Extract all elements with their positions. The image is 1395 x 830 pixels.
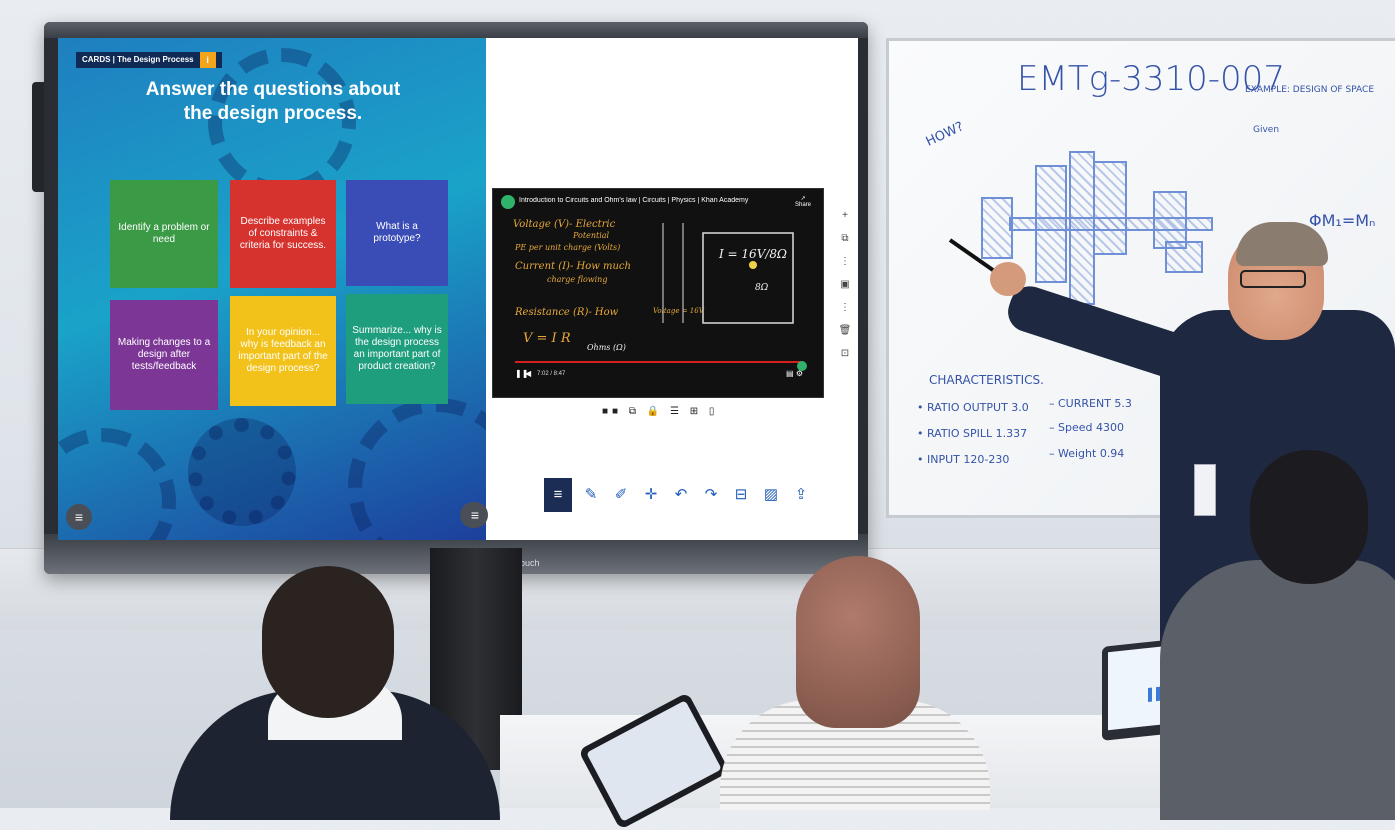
page-icon[interactable]: ▣: [838, 273, 852, 296]
whiteboard-row-left: • RATIO OUTPUT 3.0: [917, 401, 1029, 414]
menu-icon[interactable]: ≡: [462, 502, 488, 528]
question-card[interactable]: In your opinion... why is feedback an im…: [230, 296, 336, 406]
volume-icon[interactable]: ◀: [525, 369, 531, 378]
cards-tag-label: CARDS | The Design Process: [82, 55, 194, 64]
handwriting: Current (I)- How much: [515, 261, 631, 272]
whiteboard-row-right: – Weight 0.94: [1049, 447, 1125, 460]
image-icon[interactable]: ▨: [760, 484, 782, 506]
whiteboard-how: HOW?: [923, 119, 967, 150]
question-card[interactable]: Describe examples of constraints & crite…: [230, 180, 336, 288]
share-icon: ↗: [800, 196, 806, 202]
cards-pane: CARDS | The Design Process i Answer the q…: [58, 38, 486, 540]
cards-title: Answer the questions about the design pr…: [98, 78, 448, 126]
display-handle: [32, 82, 44, 192]
drawing-block: [1093, 161, 1127, 255]
whiteboard-row-left: • INPUT 120-230: [917, 453, 1010, 466]
share-button[interactable]: ↗ Share: [795, 195, 811, 208]
cards-title-line: the design process.: [183, 103, 363, 124]
whiteboard-given: Given: [1253, 125, 1280, 135]
video-pane: ≡ Introduction to Circuits and Ohm's law…: [462, 38, 858, 540]
move-icon[interactable]: ✛: [640, 484, 662, 506]
handwriting: Ohms (Ω): [587, 343, 626, 352]
whiteboard-row-left: • RATIO SPILL 1.337: [917, 427, 1028, 440]
handwriting: charge flowing: [547, 275, 608, 284]
tablet: [578, 692, 730, 830]
undo-icon[interactable]: ↶: [670, 484, 692, 506]
divider-icon: ⋮: [840, 256, 850, 267]
glasses: [1240, 270, 1306, 288]
pen-icon[interactable]: ✎: [580, 484, 602, 506]
video-progress[interactable]: [515, 361, 801, 363]
whiteboard-row-right: – CURRENT 5.3: [1049, 397, 1132, 410]
question-card[interactable]: Summarize... why is the design process a…: [346, 294, 448, 404]
handwriting: Resistance (R)- How: [515, 307, 619, 318]
question-card[interactable]: Making changes to a design after tests/f…: [110, 300, 218, 410]
info-icon[interactable]: i: [199, 52, 216, 68]
question-card[interactable]: Identify a problem or need: [110, 180, 218, 288]
khan-academy-logo: [501, 195, 515, 209]
display-top-bezel: [44, 22, 868, 38]
video-player[interactable]: Introduction to Circuits and Ohm's law |…: [492, 188, 824, 398]
whiteboard-characteristics: CHARACTERISTICS.: [929, 373, 1044, 387]
handwriting: Potential: [573, 231, 610, 240]
circuit-drawing: [662, 223, 794, 324]
menu-icon[interactable]: ≡: [544, 478, 572, 512]
cards-tag: CARDS | The Design Process i: [76, 52, 222, 68]
student-right-body: [1160, 560, 1395, 820]
video-window-controls[interactable]: ■■ ⧉ 🔒 ☰ ⊞ ▯: [602, 406, 718, 417]
share-label: Share: [794, 202, 811, 208]
drawing-block: [1165, 241, 1203, 273]
display-screen[interactable]: CARDS | The Design Process i Answer the q…: [58, 38, 858, 540]
video-time: 7:02 / 8:47: [537, 371, 566, 377]
gear-decoration: [188, 418, 296, 526]
settings-icon[interactable]: ▤ ⚙: [786, 369, 803, 378]
screenshot-icon[interactable]: ⊟: [730, 484, 752, 506]
student-right-head: [1250, 450, 1368, 584]
highlighter-icon[interactable]: ✐: [610, 484, 632, 506]
trash-icon[interactable]: 🗑: [838, 319, 852, 342]
export-icon[interactable]: ⇪: [790, 484, 812, 506]
redo-icon[interactable]: ↷: [700, 484, 722, 506]
side-toolbar: + ⧉ ⋮ ▣ ⋮ 🗑 ⊡: [838, 204, 852, 365]
copy-icon[interactable]: ⧉: [838, 227, 852, 250]
interactive-display: ClearTouch CARDS | The Design Processi A…: [32, 22, 868, 574]
menu-icon[interactable]: ≡: [66, 504, 92, 530]
question-card[interactable]: What is a prototype?: [346, 180, 448, 286]
divider-icon: ⋮: [840, 302, 850, 313]
cards-title-line: Answer the questions about: [145, 79, 401, 100]
student-left-head: [262, 566, 394, 718]
crop-icon[interactable]: ⊡: [838, 342, 852, 365]
plus-icon[interactable]: +: [838, 204, 852, 227]
student-middle-head: [796, 556, 920, 728]
annotation-toolbar: ≡ ✎ ✐ ✛ ↶ ↷ ⊟ ▨ ⇪: [544, 478, 812, 512]
drawing-shaft: [1009, 217, 1213, 231]
teacher-hand: [990, 262, 1026, 296]
whiteboard-example: EXAMPLE: DESIGN OF SPACE: [1245, 85, 1375, 95]
handwriting: V = I R: [523, 331, 571, 346]
whiteboard-phi: ΦM₁=Mₙ: [1309, 211, 1376, 230]
handwriting: PE per unit charge (Volts): [515, 243, 621, 252]
video-title[interactable]: Introduction to Circuits and Ohm's law |…: [519, 197, 789, 204]
whiteboard-row-right: – Speed 4300: [1049, 421, 1124, 434]
id-badge: [1194, 464, 1216, 516]
handwriting: Voltage (V)- Electric: [513, 219, 616, 230]
